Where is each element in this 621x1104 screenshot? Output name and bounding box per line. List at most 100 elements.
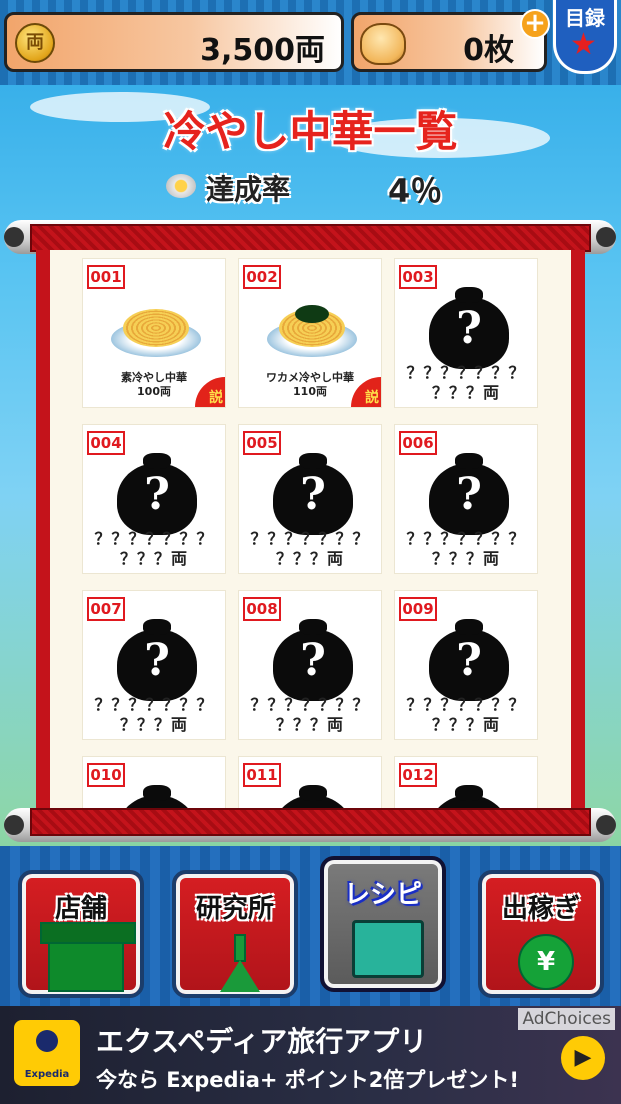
recipe-card[interactable]: 008?？？？？？？？ ？？？両 xyxy=(238,590,382,740)
completion-rate: 達成率 4％ xyxy=(0,166,621,210)
recipe-name-text: ？？？？？？？ xyxy=(94,695,214,714)
recipe-card[interactable]: 004?？？？？？？？ ？？？両 xyxy=(82,424,226,574)
noodle-dish-icon xyxy=(267,301,357,359)
rod-knob xyxy=(596,227,616,247)
recipe-name-text: ？？？？？？？ xyxy=(406,363,526,382)
unknown-recipe-icon: ? xyxy=(117,619,197,701)
nav-label: 店舗 xyxy=(54,894,107,924)
rod-knob xyxy=(4,227,24,247)
recipe-price: ？？？両 xyxy=(431,549,500,568)
recipe-card[interactable]: 007?？？？？？？？ ？？？両 xyxy=(82,590,226,740)
recipe-price: ？？？両 xyxy=(275,549,344,568)
scroll-band-bottom xyxy=(30,808,591,836)
unknown-recipe-name: ？？？？？？？ ？？？両 xyxy=(395,363,537,403)
recipe-number: 005 xyxy=(243,431,281,455)
recipe-card[interactable]: 011? xyxy=(238,756,382,810)
recipe-price: ？？？両 xyxy=(431,383,500,402)
unknown-recipe-icon: ? xyxy=(117,453,197,535)
flask-icon xyxy=(220,934,260,994)
recipe-card[interactable]: 006?？？？？？？？ ？？？両 xyxy=(394,424,538,574)
unknown-recipe-name: ？？？？？？？ ？？？両 xyxy=(83,695,225,735)
recipe-name-text: ？？？？？？？ xyxy=(406,529,526,548)
page-title: 冷やし中華一覧 xyxy=(163,107,458,156)
unknown-recipe-icon: ? xyxy=(429,619,509,701)
play-icon[interactable]: ▶ xyxy=(561,1036,605,1080)
nav-label: レシピ xyxy=(343,880,422,910)
book-icon xyxy=(352,920,424,978)
recipe-card[interactable]: 010? xyxy=(82,756,226,810)
recipe-name-text: 素冷やし中華 xyxy=(121,371,187,384)
catalog-button[interactable]: 目録 ★ xyxy=(553,0,617,74)
recipe-name-text: ワカメ冷やし中華 xyxy=(266,371,354,384)
unknown-recipe-icon: ? xyxy=(273,619,353,701)
nav-shop-button[interactable]: 店舗 xyxy=(18,870,144,998)
unknown-recipe-name: ？？？？？？？ ？？？両 xyxy=(395,529,537,569)
logo-text: Expedia xyxy=(24,1069,70,1080)
ad-headline: エクスペディア旅行アプリ xyxy=(96,1025,428,1058)
unknown-recipe-name: ？？？？？？？ ？？？両 xyxy=(83,529,225,569)
nav-label: 研究所 xyxy=(195,894,274,924)
recipe-card[interactable]: 012? xyxy=(394,756,538,810)
completion-value: 4％ xyxy=(388,172,443,210)
recipe-number: 006 xyxy=(399,431,437,455)
scroll-band-top xyxy=(30,224,591,252)
recipe-number: 009 xyxy=(399,597,437,621)
rod-knob xyxy=(596,815,616,835)
money-display: 両 3,500両 xyxy=(4,12,344,72)
recipe-price: ？？？両 xyxy=(431,715,500,734)
recipe-number: 008 xyxy=(243,597,281,621)
add-tickets-button[interactable]: + xyxy=(520,9,550,39)
nav-lab-button[interactable]: 研究所 xyxy=(172,870,298,998)
money-value: 3,500両 xyxy=(200,33,325,68)
ticket-display: 0枚 + xyxy=(351,9,550,72)
top-bar: 両 3,500両 0枚 + 目録 ★ xyxy=(0,0,621,85)
money-bag-icon: ¥ xyxy=(518,934,574,990)
nav-recipe-button[interactable]: レシピ xyxy=(320,856,446,992)
recipe-card[interactable]: 002 ワカメ冷やし中華 110両説 xyxy=(238,258,382,408)
adchoices-link[interactable]: AdChoices xyxy=(518,1008,615,1030)
recipe-price: ？？？両 xyxy=(275,715,344,734)
ad-banner[interactable]: Expedia エクスペディア旅行アプリ 今なら Expedia+ ポイント2倍… xyxy=(0,1006,621,1104)
ad-subtext: 今なら Expedia+ ポイント2倍プレゼント! xyxy=(96,1068,519,1092)
plate-icon xyxy=(166,174,196,198)
recipe-price: 110両 xyxy=(293,385,327,398)
unknown-recipe-icon: ? xyxy=(429,453,509,535)
recipe-card[interactable]: 009?？？？？？？？ ？？？両 xyxy=(394,590,538,740)
recipe-card[interactable]: 001 素冷やし中華 100両説 xyxy=(82,258,226,408)
unknown-recipe-name: ？？？？？？？ ？？？両 xyxy=(395,695,537,735)
unknown-recipe-name: ？？？？？？？ ？？？両 xyxy=(239,529,381,569)
coin-icon: 両 xyxy=(15,23,55,63)
recipe-name-text: ？？？？？？？ xyxy=(94,529,214,548)
nav-work-button[interactable]: 出稼ぎ ¥ xyxy=(478,870,604,998)
completion-label: 達成率 xyxy=(206,173,291,206)
unknown-recipe-icon: ? xyxy=(429,287,509,369)
ticket-value: 0枚 xyxy=(463,33,514,68)
recipe-price: 100両 xyxy=(137,385,171,398)
recipe-number: 001 xyxy=(87,265,125,289)
recipe-number: 011 xyxy=(243,763,281,787)
recipe-card[interactable]: 003?？？？？？？？ ？？？両 xyxy=(394,258,538,408)
bun-icon xyxy=(360,23,406,65)
recipe-number: 010 xyxy=(87,763,125,787)
nav-label: 出稼ぎ xyxy=(501,894,580,924)
unknown-recipe-icon: ? xyxy=(273,453,353,535)
bottom-nav: 店舗 研究所 レシピ 出稼ぎ ¥ xyxy=(0,846,621,1006)
rod-knob xyxy=(4,815,24,835)
star-icon: ★ xyxy=(570,27,597,62)
recipe-number: 007 xyxy=(87,597,125,621)
expedia-logo: Expedia xyxy=(14,1020,80,1086)
recipe-number: 004 xyxy=(87,431,125,455)
recipe-grid[interactable]: 001 素冷やし中華 100両説 002 ワカメ冷やし中華 110両説 003?？？？？？？… xyxy=(36,250,585,810)
recipe-name-text: ？？？？？？？ xyxy=(250,529,370,548)
shop-icon xyxy=(40,922,136,992)
recipe-name-text: ？？？？？？？ xyxy=(250,695,370,714)
recipe-price: ？？？両 xyxy=(119,549,188,568)
recipe-price: ？？？両 xyxy=(119,715,188,734)
recipe-number: 002 xyxy=(243,265,281,289)
recipe-card[interactable]: 005?？？？？？？？ ？？？両 xyxy=(238,424,382,574)
recipe-number: 012 xyxy=(399,763,437,787)
recipe-number: 003 xyxy=(399,265,437,289)
recipe-name-text: ？？？？？？？ xyxy=(406,695,526,714)
noodle-dish-icon xyxy=(111,301,201,359)
unknown-recipe-name: ？？？？？？？ ？？？両 xyxy=(239,695,381,735)
